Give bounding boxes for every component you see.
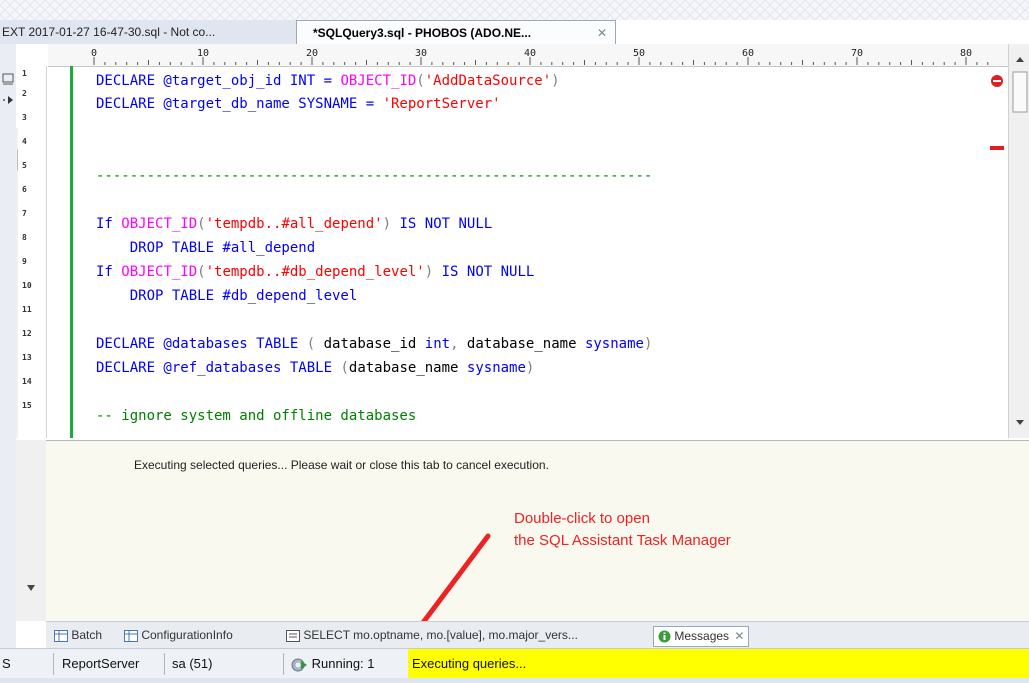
code-line-2: DECLARE @target_db_name SYSNAME = 'Repor… — [96, 96, 501, 112]
code-line-12: DECLARE @databases TABLE ( database_id i… — [96, 336, 653, 352]
line-number: 8 — [22, 233, 27, 242]
tab-batch[interactable]: Batch — [54, 626, 102, 645]
line-number: 14 — [22, 377, 32, 386]
changed-lines-indicator — [70, 66, 73, 438]
line-number: 1 — [22, 69, 27, 78]
tab-strip-background — [0, 0, 1029, 20]
code-line-8: DROP TABLE #all_depend — [96, 240, 316, 256]
code-line-13: DECLARE @ref_databases TABLE (database_n… — [96, 360, 535, 376]
annotation-line-2: the SQL Assistant Task Manager — [514, 532, 731, 549]
navigate-arrow-icon[interactable] — [1, 94, 15, 106]
line-number: 5 — [22, 161, 27, 170]
executing-message: Executing selected queries... Please wai… — [134, 458, 549, 472]
tab-strip-pattern — [0, 0, 1029, 20]
grid-icon — [54, 629, 68, 642]
sql-code-editor[interactable]: DECLARE @target_obj_id INT = OBJECT_ID('… — [96, 70, 984, 438]
ruler-label: 20 — [306, 48, 318, 59]
running-gear-icon — [290, 657, 308, 673]
line-number: 15 — [22, 401, 32, 410]
annotation-line-1: Double-click to open — [514, 510, 650, 527]
line-number: 13 — [22, 353, 32, 362]
ruler-label: 0 — [91, 48, 97, 59]
status-divider — [53, 653, 54, 675]
line-number: 12 — [22, 329, 32, 338]
status-divider — [283, 653, 284, 675]
code-line-5: ----------------------------------------… — [96, 168, 653, 184]
info-icon — [658, 630, 671, 643]
messages-close-icon[interactable]: ✕ — [734, 629, 744, 643]
ruler-label: 80 — [960, 48, 972, 59]
ruler-label: 60 — [742, 48, 754, 59]
line-number: 10 — [22, 281, 32, 290]
editor-vertical-scrollbar[interactable] — [1008, 44, 1029, 438]
pin-icon[interactable] — [1, 72, 15, 86]
column-ruler: 0 10 20 30 40 50 60 70 80 — [48, 44, 1008, 67]
line-number: 4 — [22, 137, 27, 146]
tab-ext-sql[interactable]: EXT 2017-01-27 16-47-30.sql - Not co... — [0, 20, 298, 44]
task-manager-running[interactable]: Running: 1 — [290, 649, 375, 679]
status-executing: Executing queries... — [408, 649, 1029, 678]
code-line-15: -- ignore system and offline databases — [96, 408, 417, 424]
code-line-9: If OBJECT_ID('tempdb..#db_depend_level')… — [96, 264, 535, 280]
code-line-1: DECLARE @target_obj_id INT = OBJECT_ID('… — [96, 73, 560, 89]
line-number-gutter: 1 2 3 4 5 6 7 8 9 10 11 12 13 14 15 — [18, 66, 47, 438]
error-overview-mark[interactable] — [990, 146, 1004, 150]
ruler-label: 70 — [851, 48, 863, 59]
tab-sqlquery3-label: *SQLQuery3.sql - PHOBOS (ADO.NE... — [313, 26, 532, 40]
text-grid-icon — [286, 629, 300, 642]
ruler-label: 50 — [633, 48, 645, 59]
code-line-7: If OBJECT_ID('tempdb..#all_depend') IS N… — [96, 216, 493, 232]
left-chrome-strip — [0, 44, 16, 648]
status-left-fragment: S — [2, 656, 11, 671]
ruler-label: 40 — [524, 48, 536, 59]
tab-messages[interactable]: Messages ✕ — [653, 626, 750, 647]
line-number: 11 — [22, 305, 32, 314]
tab-sqlquery3[interactable]: *SQLQuery3.sql - PHOBOS (ADO.NE... ✕ — [296, 20, 616, 44]
line-number: 9 — [22, 257, 27, 266]
ruler-ticks: 0 10 20 30 40 50 60 70 80 — [91, 48, 989, 65]
status-divider — [164, 653, 165, 675]
messages-left-scrollbar[interactable] — [16, 440, 47, 621]
ruler-label: 10 — [197, 48, 209, 59]
tab-ext-sql-label: EXT 2017-01-27 16-47-30.sql - Not co... — [2, 25, 216, 39]
results-tabs-bar: Batch ConfigurationInfo SELECT mo.optnam… — [46, 621, 1029, 649]
tab-close-icon[interactable]: ✕ — [597, 21, 607, 45]
error-marker-icon[interactable] — [990, 74, 1004, 88]
tab-configurationinfo[interactable]: ConfigurationInfo — [124, 626, 233, 645]
bottom-strip — [0, 678, 1029, 683]
ruler-label: 30 — [415, 48, 427, 59]
tab-select-results[interactable]: SELECT mo.optname, mo.[value], mo.major_… — [286, 626, 578, 645]
line-number: 3 — [22, 113, 27, 122]
line-number: 6 — [22, 185, 27, 194]
status-user: sa (51) — [172, 656, 213, 671]
line-number: 2 — [22, 89, 27, 98]
annotation-callout: Double-click to open the SQL Assistant T… — [514, 508, 731, 552]
grid-icon — [124, 629, 138, 642]
status-server: ReportServer — [62, 656, 140, 671]
line-number: 7 — [22, 209, 27, 218]
code-line-10: DROP TABLE #db_depend_level — [96, 288, 358, 304]
